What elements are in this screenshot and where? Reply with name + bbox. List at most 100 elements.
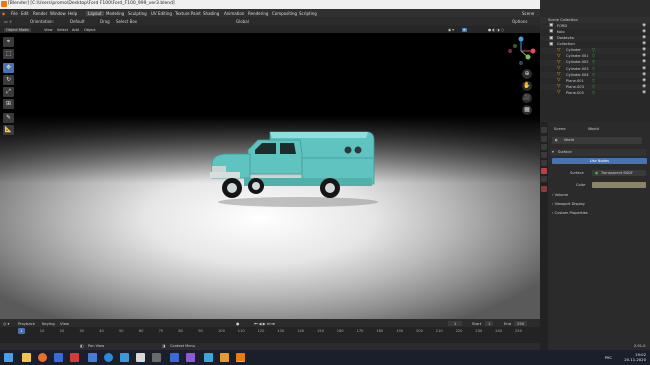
scene-selector[interactable]: Scene <box>522 11 534 16</box>
tab-layout[interactable]: Layout <box>86 10 104 16</box>
cursor-icon[interactable]: ⌖ <box>3 37 14 47</box>
world-selector[interactable]: ◐ World <box>552 137 642 144</box>
visibility-eye-icon[interactable]: ◉ <box>642 35 646 40</box>
tab-rendering[interactable]: Rendering <box>248 11 268 16</box>
app-icon-7[interactable] <box>204 353 213 362</box>
visibility-eye-icon[interactable]: ◉ <box>642 41 646 46</box>
blender-taskbar-icon[interactable] <box>236 353 245 362</box>
windows-start-icon[interactable] <box>4 353 13 362</box>
menu-render[interactable]: Render <box>33 11 47 16</box>
tab-world[interactable]: World <box>588 126 599 131</box>
truck-model[interactable] <box>208 128 378 208</box>
use-nodes-button[interactable]: Use Nodes <box>552 158 647 164</box>
app-icon-4[interactable] <box>136 353 145 362</box>
app-icon-5[interactable] <box>152 353 161 362</box>
app-icon-1[interactable] <box>54 353 63 362</box>
menu-file[interactable]: File <box>11 11 18 16</box>
zoom-icon[interactable]: ⊕ <box>522 69 532 79</box>
tab-texture-paint[interactable]: Texture Paint <box>175 11 201 16</box>
end-frame-field[interactable]: 250 <box>514 320 528 326</box>
world-tab-icon[interactable] <box>541 168 547 174</box>
grid-icon[interactable]: ▦ <box>522 105 532 115</box>
app-icon-2[interactable] <box>70 353 79 362</box>
save-app-icon[interactable] <box>88 353 97 362</box>
firefox-icon[interactable] <box>38 353 47 362</box>
visibility-eye-icon[interactable]: ◉ <box>642 84 646 89</box>
tab-scripting[interactable]: Scripting <box>299 11 317 16</box>
app-icon-3[interactable] <box>120 353 129 362</box>
menu-window[interactable]: Window <box>50 11 66 16</box>
tab-shading[interactable]: Shading <box>203 11 219 16</box>
menu-help[interactable]: Help <box>68 11 77 16</box>
surface-shader-dropdown[interactable]: ● Transparent BSDF <box>592 170 646 176</box>
rotate-icon[interactable]: ↻ <box>3 75 14 85</box>
blender-menu-icon[interactable]: ◆ <box>2 11 5 16</box>
app-icon-8[interactable] <box>220 353 229 362</box>
annotate-icon[interactable]: ✎ <box>3 113 14 123</box>
visibility-eye-icon[interactable]: ◉ <box>642 78 646 83</box>
outliner-item[interactable]: ▣ Dostavka ◉ <box>540 35 650 42</box>
menu-timeline-view[interactable]: View <box>60 321 69 326</box>
scale-icon[interactable]: ⤢ <box>3 87 14 97</box>
tab-uv-editing[interactable]: UV Editing <box>151 11 172 16</box>
viewport-display-section[interactable]: › Viewport Display <box>552 202 585 206</box>
system-tray[interactable]: РУС 19:02 20.11.2020 <box>605 352 646 362</box>
app-icon-6[interactable] <box>186 353 195 362</box>
transform-space-dropdown[interactable]: Global <box>236 19 249 24</box>
tool-tab-icon[interactable] <box>541 127 547 133</box>
tab-animation[interactable]: Animation <box>224 11 244 16</box>
navigation-gizmo[interactable] <box>506 36 536 66</box>
measure-icon[interactable]: 📐 <box>3 125 14 135</box>
file-explorer-icon[interactable] <box>22 353 31 362</box>
menu-keying[interactable]: Keying <box>42 321 55 326</box>
word-icon[interactable] <box>170 353 179 362</box>
custom-properties-section[interactable]: › Custom Properties <box>552 211 588 215</box>
scene-tab-icon[interactable] <box>541 160 547 166</box>
outliner-item[interactable]: ▣ Kolo ◉ <box>540 29 650 35</box>
timeline-editor-icon[interactable]: ◷ ▾ <box>3 321 9 326</box>
menu-object[interactable]: Object <box>84 28 96 32</box>
edge-icon[interactable] <box>104 353 113 362</box>
menu-view[interactable]: View <box>44 28 53 32</box>
start-frame-field[interactable]: 1 <box>485 320 494 326</box>
current-frame-field[interactable]: 1 <box>448 320 463 326</box>
playback-controls[interactable]: ⏮ ◀ ▶ ⏭ ⏭ <box>254 321 275 326</box>
tab-modeling[interactable]: Modeling <box>106 11 124 16</box>
visibility-eye-icon[interactable]: ◉ <box>642 90 646 95</box>
tool-mode-icon[interactable]: ▭ ⊹ <box>4 19 12 24</box>
tab-sculpting[interactable]: Sculpting <box>128 11 147 16</box>
menu-edit[interactable]: Edit <box>21 11 29 16</box>
visibility-eye-icon[interactable]: ◉ <box>642 66 646 71</box>
visibility-eye-icon[interactable]: ◉ <box>642 72 646 77</box>
output-tab-icon[interactable] <box>541 144 547 150</box>
tab-scene[interactable]: Scene <box>554 126 566 131</box>
menu-add[interactable]: Add <box>72 28 79 32</box>
mode-dropdown[interactable]: Object Mode <box>4 27 31 32</box>
object-tab-icon[interactable] <box>541 176 547 182</box>
shading-solid-icon[interactable]: ● ◐ ◑ ○ <box>488 28 504 32</box>
outliner-item[interactable]: ▽ Plane.005 ▽ ◉ <box>540 90 650 96</box>
pan-hand-icon[interactable]: ✋ <box>522 81 532 91</box>
outliner[interactable]: Scene Collection ▣ FORD ◉ ▣ Kolo ◉ ▣ Dostavka ◉ ▣… <box>540 17 650 122</box>
texture-tab-icon[interactable] <box>541 186 547 192</box>
volume-section[interactable]: › Volume <box>552 193 568 197</box>
surface-section[interactable]: ▾ Surface <box>550 149 646 156</box>
gizmo-toggle-icon[interactable]: ⊕ <box>462 27 468 32</box>
visibility-eye-icon[interactable]: ◉ <box>642 53 646 58</box>
visibility-eye-icon[interactable]: ◉ <box>642 23 646 28</box>
tab-compositing[interactable]: Compositing <box>272 11 297 16</box>
timeline-area[interactable]: 0102030405060708090100110120130140150160… <box>0 327 540 343</box>
record-button[interactable]: ● <box>236 321 239 326</box>
menu-select[interactable]: Select <box>57 28 68 32</box>
render-tab-icon[interactable] <box>541 136 547 142</box>
orientation-dropdown[interactable]: Default <box>70 19 85 24</box>
move-icon[interactable]: ✥ <box>3 63 14 73</box>
menu-playback[interactable]: Playback <box>18 321 35 326</box>
visibility-eye-icon[interactable]: ◉ <box>642 59 646 64</box>
playhead[interactable]: 1 <box>18 328 25 334</box>
select-icon[interactable]: ⬚ <box>3 49 14 59</box>
visibility-icon[interactable]: ◉ ▾ <box>448 28 454 32</box>
color-swatch[interactable] <box>592 182 646 188</box>
drag-dropdown[interactable]: Select Box <box>116 19 137 24</box>
camera-icon[interactable]: 🎥 <box>522 93 532 103</box>
